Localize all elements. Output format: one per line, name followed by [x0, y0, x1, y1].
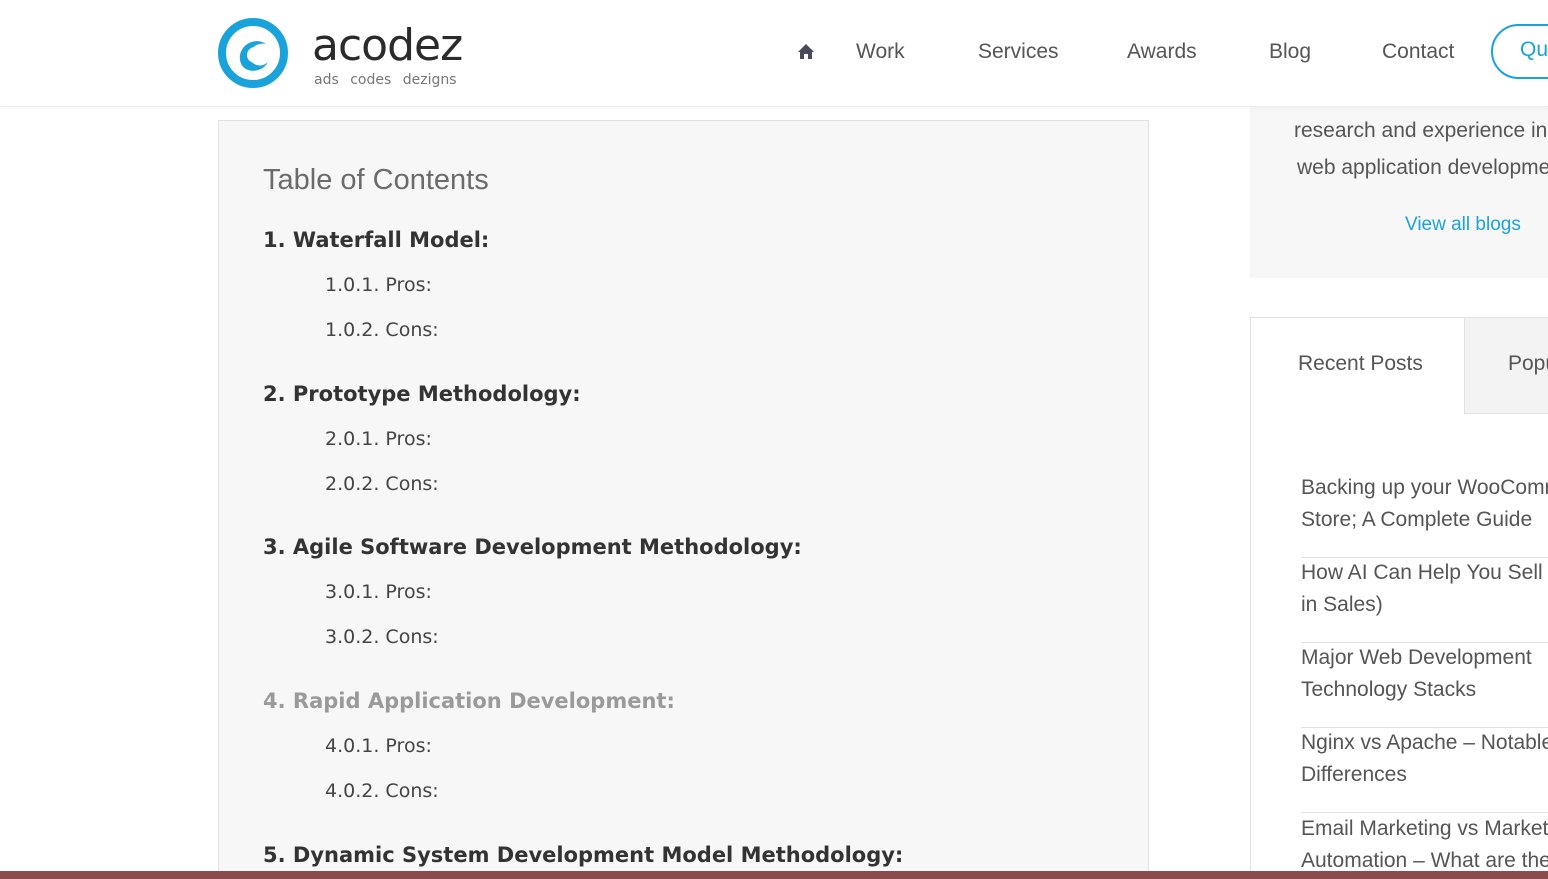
quote-button[interactable]: Qu — [1491, 24, 1548, 79]
post-title-line: Nginx vs Apache – Notable — [1301, 731, 1548, 754]
list-item[interactable]: Backing up your WooComm Store; A Complet… — [1301, 472, 1548, 558]
post-title-line: Major Web Development — [1301, 646, 1532, 669]
toc-subitem[interactable]: 3.0.1. Pros: — [325, 579, 432, 605]
nav-item-contact[interactable]: Contact — [1382, 38, 1454, 66]
post-title-line: Store; A Complete Guide — [1301, 508, 1533, 531]
nav-item-awards[interactable]: Awards — [1127, 38, 1197, 66]
list-item[interactable]: Major Web Development Technology Stacks — [1301, 642, 1548, 728]
toc-subitem[interactable]: 1.0.1. Pros: — [325, 272, 432, 298]
table-of-contents: Table of Contents 1. Waterfall Model: 1.… — [218, 120, 1149, 879]
toc-subitem[interactable]: 2.0.2. Cons: — [325, 471, 439, 497]
post-title-line: in Sales) — [1301, 593, 1383, 616]
tab-popular-posts[interactable]: Popu — [1465, 318, 1548, 414]
about-text-line: research and experience in — [1294, 119, 1548, 142]
toc-subitem[interactable]: 1.0.2. Cons: — [325, 317, 439, 343]
toc-subitem[interactable]: 4.0.2. Cons: — [325, 778, 439, 804]
sidebar-posts-widget: Recent Posts Popu Backing up your WooCom… — [1250, 317, 1548, 879]
list-item[interactable]: How AI Can Help You Sell B in Sales) — [1301, 557, 1548, 643]
about-text-line: web application developme — [1297, 156, 1548, 179]
list-item[interactable]: Email Marketing vs Market Automation – W… — [1301, 813, 1548, 879]
toc-section-3[interactable]: 3. Agile Software Development Methodolog… — [263, 533, 802, 561]
toc-section-2[interactable]: 2. Prototype Methodology: — [263, 380, 581, 408]
toc-subitem[interactable]: 2.0.1. Pros: — [325, 426, 432, 452]
post-title-line: Email Marketing vs Market — [1301, 817, 1548, 840]
main-nav: Work Services Awards Blog Contact Qu — [0, 0, 1548, 107]
toc-subitem[interactable]: 4.0.1. Pros: — [325, 733, 432, 759]
post-title-line: How AI Can Help You Sell B — [1301, 561, 1548, 584]
post-title-line: Technology Stacks — [1301, 678, 1477, 701]
nav-item-work[interactable]: Work — [856, 38, 905, 66]
tab-recent-posts[interactable]: Recent Posts — [1251, 318, 1465, 414]
toc-subitem[interactable]: 3.0.2. Cons: — [325, 624, 439, 650]
toc-section-1[interactable]: 1. Waterfall Model: — [263, 226, 489, 254]
post-title-line: Backing up your WooComm — [1301, 476, 1548, 499]
site-header: acodez ads codes dezigns Work Services A… — [0, 0, 1548, 107]
view-all-blogs-link[interactable]: View all blogs — [1405, 214, 1521, 236]
sidebar-about-box: research and experience in web applicati… — [1250, 107, 1548, 278]
nav-item-blog[interactable]: Blog — [1269, 38, 1311, 66]
list-item[interactable]: Nginx vs Apache – Notable Differences — [1301, 727, 1548, 813]
home-icon[interactable] — [796, 42, 816, 62]
nav-item-services[interactable]: Services — [978, 38, 1059, 66]
toc-section-5[interactable]: 5. Dynamic System Development Model Meth… — [263, 841, 903, 869]
toc-title: Table of Contents — [263, 164, 489, 196]
post-title-line: Differences — [1301, 763, 1407, 786]
bottom-bar — [0, 871, 1548, 879]
toc-section-4[interactable]: 4. Rapid Application Development: — [263, 687, 675, 715]
